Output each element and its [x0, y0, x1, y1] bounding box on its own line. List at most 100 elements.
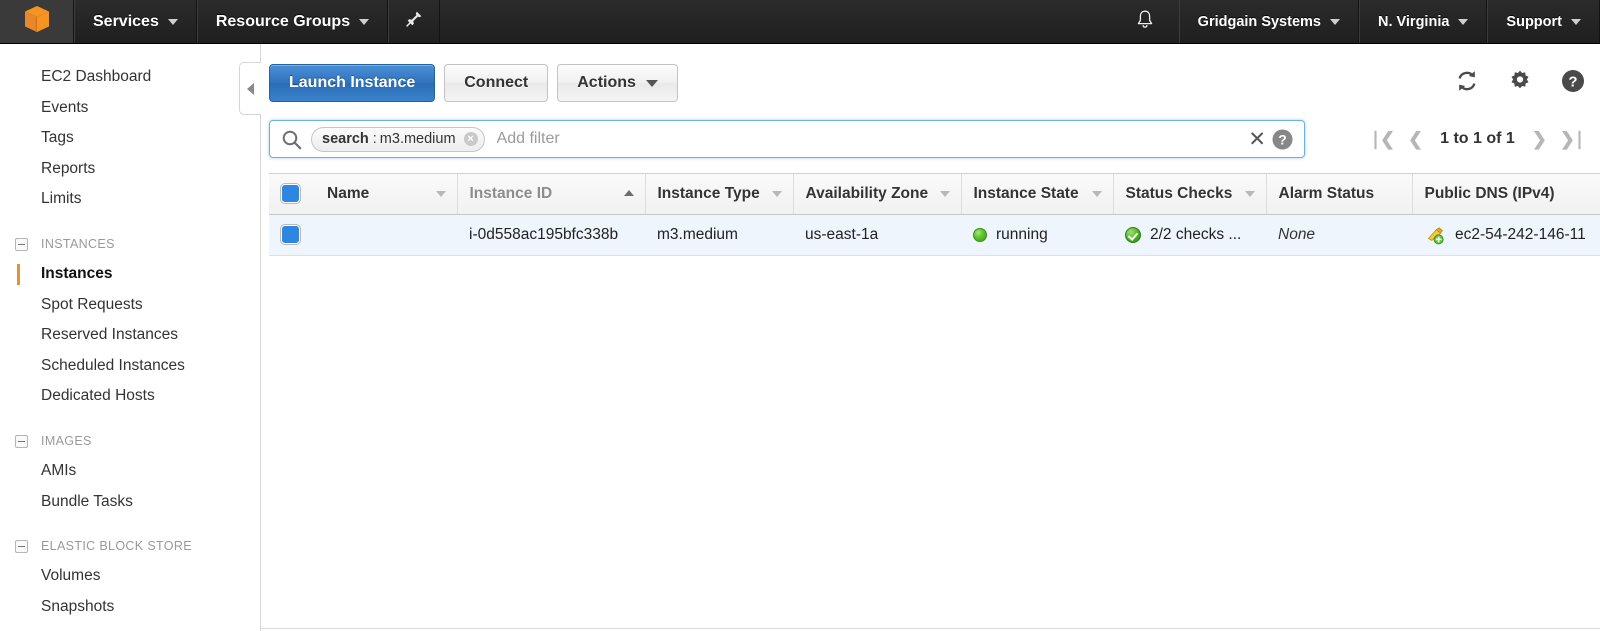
help-circle-icon[interactable]: ?	[1560, 68, 1586, 94]
aws-cube-logo-icon	[22, 4, 52, 39]
launch-instance-button[interactable]: Launch Instance	[269, 64, 436, 102]
nav-pin-button[interactable]	[388, 0, 441, 43]
column-header-instance-id[interactable]: Instance ID	[457, 174, 646, 215]
actions-label: Actions	[577, 74, 636, 91]
nav-resource-groups-label: Resource Groups	[215, 12, 351, 30]
sidebar-item-instances[interactable]: Instances	[0, 259, 260, 290]
sidebar-item-ec2-dashboard[interactable]: EC2 Dashboard	[0, 62, 260, 93]
sidebar-item-label: Reserved Instances	[41, 326, 178, 344]
column-header-public-dns[interactable]: Public DNS (IPv4)	[1412, 174, 1600, 215]
chevron-down-icon[interactable]	[1091, 191, 1102, 197]
minus-toggle-icon[interactable]	[15, 540, 28, 554]
aws-logo-button[interactable]	[0, 0, 74, 43]
row-select-checkbox[interactable]	[281, 225, 300, 244]
main-content-area: Launch Instance Connect Actions ? search…	[261, 44, 1600, 631]
nav-region-label: N. Virginia	[1377, 13, 1450, 30]
search-filter-box[interactable]: search : m3.medium × ✕ ?	[269, 120, 1305, 158]
notifications-bell-icon	[1135, 9, 1155, 35]
filter-token-separator: :	[372, 131, 377, 147]
sidebar-item-dedicated-hosts[interactable]: Dedicated Hosts	[0, 381, 260, 412]
sidebar-item-label: Spot Requests	[41, 295, 143, 313]
last-page-icon[interactable]: ❯∣	[1560, 130, 1584, 148]
next-page-icon[interactable]: ❯	[1532, 130, 1547, 148]
filter-token-value: m3.medium	[379, 131, 456, 147]
nav-support-menu[interactable]: Support	[1487, 0, 1600, 43]
cell-alarm-status-label: None	[1278, 225, 1316, 243]
cell-availability-zone: us-east-1a	[793, 214, 961, 256]
sidebar-item-reserved-instances[interactable]: Reserved Instances	[0, 320, 260, 351]
cell-public-dns-label: ec2-54-242-146-11	[1455, 225, 1586, 243]
minus-toggle-icon[interactable]	[15, 434, 28, 448]
chevron-down-icon	[645, 79, 658, 87]
cell-instance-state-label: running	[996, 225, 1048, 243]
sidebar-item-events[interactable]: Events	[0, 93, 260, 124]
remove-token-icon[interactable]: ×	[463, 132, 478, 146]
column-header-status-checks-label: Status Checks	[1125, 184, 1233, 202]
filter-help-icon[interactable]: ?	[1271, 128, 1294, 151]
sidebar-item-reports[interactable]: Reports	[0, 154, 260, 185]
column-header-public-dns-label: Public DNS (IPv4)	[1424, 184, 1555, 202]
column-header-availability-zone[interactable]: Availability Zone	[793, 174, 962, 215]
chevron-down-icon[interactable]	[939, 191, 950, 197]
sidebar-item-limits[interactable]: Limits	[0, 184, 260, 215]
chevron-down-icon	[1571, 18, 1581, 25]
chevron-down-icon[interactable]	[771, 191, 782, 197]
column-header-availability-zone-label: Availability Zone	[805, 184, 929, 202]
sidebar-item-tags[interactable]: Tags	[0, 123, 260, 154]
sidebar-item-label: Limits	[41, 190, 82, 208]
sidebar-item-label: Instances	[41, 264, 113, 282]
column-header-instance-state-label: Instance State	[973, 184, 1079, 202]
sidebar-collapse-button[interactable]	[239, 62, 261, 115]
table-row[interactable]: i-0d558ac195bfc338b m3.medium us-east-1a…	[269, 214, 1600, 256]
sidebar-item-snapshots[interactable]: Snapshots	[0, 592, 260, 623]
connect-button[interactable]: Connect	[444, 64, 549, 102]
column-header-alarm-status-label: Alarm Status	[1278, 184, 1375, 202]
nav-region-menu[interactable]: N. Virginia	[1358, 0, 1488, 43]
pagination-range-label: 1 to 1 of 1	[1440, 130, 1515, 147]
collapse-sidebar-arrow-icon	[247, 82, 254, 95]
sidebar-item-label: Reports	[41, 159, 96, 177]
sort-ascending-icon[interactable]	[623, 190, 634, 196]
actions-menu-button[interactable]: Actions	[557, 64, 678, 102]
column-header-alarm-status[interactable]: Alarm Status	[1266, 174, 1413, 215]
column-header-status-checks[interactable]: Status Checks	[1113, 174, 1267, 215]
first-page-icon[interactable]: ∣❮	[1371, 130, 1395, 148]
column-header-instance-type[interactable]: Instance Type	[645, 174, 794, 215]
sidebar-item-label: Scheduled Instances	[41, 356, 185, 374]
sidebar-item-volumes[interactable]: Volumes	[0, 561, 260, 592]
previous-page-icon[interactable]: ❮	[1408, 130, 1423, 148]
chevron-down-icon	[1329, 18, 1340, 25]
cell-instance-id: i-0d558ac195bfc338b	[457, 214, 645, 256]
add-alarm-bell-icon[interactable]	[1424, 224, 1446, 246]
filter-token-search[interactable]: search : m3.medium ×	[311, 126, 485, 152]
column-header-instance-state[interactable]: Instance State	[961, 174, 1114, 215]
table-header-row: Name Instance ID Instance Type Availabil…	[269, 174, 1600, 215]
sidebar-item-label: Tags	[41, 129, 74, 147]
chevron-down-icon[interactable]	[435, 191, 446, 197]
nav-account-menu[interactable]: Gridgain Systems	[1178, 0, 1359, 43]
nav-notifications-button[interactable]	[1111, 0, 1179, 43]
sidebar-item-scheduled-instances[interactable]: Scheduled Instances	[0, 351, 260, 382]
column-header-name[interactable]: Name	[315, 174, 458, 215]
clear-all-filters-icon[interactable]: ✕	[1248, 129, 1266, 150]
table-header: Name Instance ID Instance Type Availabil…	[269, 174, 1600, 215]
filter-token-key: search	[322, 131, 369, 147]
row-select-cell	[269, 214, 315, 256]
add-filter-input[interactable]	[494, 122, 1243, 156]
sidebar-item-bundle-tasks[interactable]: Bundle Tasks	[0, 487, 260, 518]
sidebar-navigation: EC2 Dashboard Events Tags Reports Limits INST…	[0, 44, 261, 631]
nav-services-menu[interactable]: Services	[74, 0, 197, 43]
nav-resource-groups-menu[interactable]: Resource Groups	[196, 0, 389, 43]
chevron-down-icon[interactable]	[1244, 191, 1255, 197]
sidebar-item-amis[interactable]: AMIs	[0, 456, 260, 487]
sidebar-item-label: EC2 Dashboard	[41, 68, 152, 85]
chevron-down-icon	[359, 18, 370, 25]
refresh-icon[interactable]	[1454, 68, 1480, 94]
sidebar-item-label: AMIs	[41, 461, 77, 479]
select-all-checkbox[interactable]	[281, 184, 300, 204]
minus-toggle-icon[interactable]	[15, 237, 28, 251]
sidebar-group-images: IMAGES	[0, 426, 260, 456]
sidebar-item-spot-requests[interactable]: Spot Requests	[0, 290, 260, 321]
gear-icon[interactable]	[1508, 69, 1532, 93]
